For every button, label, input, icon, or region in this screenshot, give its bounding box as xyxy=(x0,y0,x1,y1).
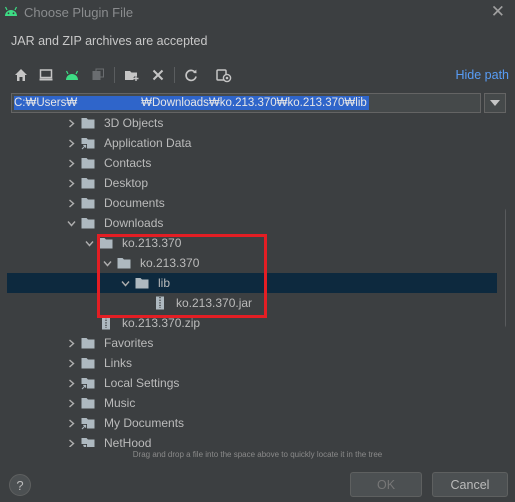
folder-icon xyxy=(81,176,95,190)
tree-row-label: Local Settings xyxy=(104,376,180,390)
folder-icon xyxy=(81,356,95,370)
chevron-right-icon[interactable] xyxy=(65,173,77,193)
tree-row[interactable]: ko.213.370.jar xyxy=(7,293,497,313)
tree-scrollbar[interactable] xyxy=(505,208,506,328)
tree-row[interactable]: My Documents xyxy=(7,413,497,433)
chevron-right-icon[interactable] xyxy=(65,393,77,413)
chevron-right-icon[interactable] xyxy=(65,115,77,133)
android-icon[interactable] xyxy=(63,66,81,84)
folder-icon xyxy=(81,216,95,230)
archive-file-icon xyxy=(99,316,113,330)
cancel-button[interactable]: Cancel xyxy=(432,472,508,497)
chevron-right-icon[interactable] xyxy=(65,353,77,373)
delete-icon[interactable] xyxy=(149,66,167,84)
tree-row-label: Application Data xyxy=(104,136,192,150)
tree-row[interactable]: Desktop xyxy=(7,173,497,193)
window-title: Choose Plugin File xyxy=(24,5,134,20)
tree-row-label: Favorites xyxy=(104,336,154,350)
tree-row[interactable]: 3D Objects xyxy=(7,115,497,133)
archive-file-icon xyxy=(153,296,167,310)
tree-row-label: ko.213.370 xyxy=(122,236,182,250)
tree-row-label: NetHood xyxy=(104,436,152,447)
tree-row-label: lib xyxy=(158,276,171,290)
tree-row[interactable]: ko.213.370 xyxy=(7,233,497,253)
chevron-right-icon[interactable] xyxy=(65,153,77,173)
tree-row-label: 3D Objects xyxy=(104,116,164,130)
chevron-right-icon[interactable] xyxy=(65,373,77,393)
tree-row-label: Documents xyxy=(104,196,165,210)
folder-shortcut-icon xyxy=(81,376,95,390)
tree-row[interactable]: Contacts xyxy=(7,153,497,173)
tree-row[interactable]: ko.213.370.zip xyxy=(7,313,497,333)
module-icon xyxy=(89,66,107,84)
chevron-right-icon[interactable] xyxy=(65,333,77,353)
tree-row-label: Music xyxy=(104,396,136,410)
tree-row[interactable]: Favorites xyxy=(7,333,497,353)
chevron-down-icon[interactable] xyxy=(101,253,113,273)
tree-row[interactable]: ko.213.370 xyxy=(7,253,497,273)
folder-shortcut-icon xyxy=(81,416,95,430)
hide-path-link[interactable]: Hide path xyxy=(455,68,509,82)
tree-row[interactable]: Documents xyxy=(7,193,497,213)
dialog-description: JAR and ZIP archives are accepted xyxy=(11,34,208,48)
chevron-down-icon[interactable] xyxy=(65,213,77,233)
tree-row-label: My Documents xyxy=(104,416,185,430)
tree-row-label: ko.213.370.jar xyxy=(176,296,253,310)
chevron-right-icon[interactable] xyxy=(65,193,77,213)
folder-icon xyxy=(81,156,95,170)
chevron-right-icon[interactable] xyxy=(65,433,77,447)
folder-icon xyxy=(99,236,113,250)
path-history-dropdown[interactable] xyxy=(484,93,506,113)
chevron-down-icon[interactable] xyxy=(83,233,95,253)
tree-row[interactable]: Links xyxy=(7,353,497,373)
tree-row[interactable]: Local Settings xyxy=(7,373,497,393)
tree-row-label: Links xyxy=(104,356,133,370)
toolbar: Hide path xyxy=(0,62,515,88)
close-icon[interactable]: ✕ xyxy=(491,2,505,22)
new-folder-icon[interactable] xyxy=(123,66,141,84)
ok-button[interactable]: OK xyxy=(350,472,422,497)
tree-row[interactable]: Music xyxy=(7,393,497,413)
tree-row-label: ko.213.370.zip xyxy=(122,316,201,330)
chevron-down-icon xyxy=(490,100,500,106)
toolbar-separator xyxy=(174,67,175,83)
android-logo-icon xyxy=(3,4,19,21)
tree-row[interactable]: lib xyxy=(7,273,497,293)
help-button[interactable]: ? xyxy=(9,474,31,496)
title-bar: Choose Plugin File ✕ xyxy=(0,0,515,26)
chevron-down-icon[interactable] xyxy=(119,273,131,293)
toolbar-separator xyxy=(114,67,115,83)
tree-row-label: Downloads xyxy=(104,216,164,230)
tree-row-label: Contacts xyxy=(104,156,152,170)
folder-icon xyxy=(81,116,95,130)
chevron-right-icon[interactable] xyxy=(65,133,77,153)
chevron-right-icon[interactable] xyxy=(65,413,77,433)
folder-shortcut-icon xyxy=(81,436,95,447)
home-icon[interactable] xyxy=(12,66,30,84)
folder-icon xyxy=(117,256,131,270)
drag-drop-hint: Drag and drop a file into the space abov… xyxy=(132,450,383,459)
desktop-icon[interactable] xyxy=(37,66,55,84)
path-input[interactable]: C:₩Users₩ ₩Downloads₩ko.213.370₩ko.213.3… xyxy=(11,93,481,113)
file-tree[interactable]: 3D Objects Application Data Contacts Deskto… xyxy=(7,115,506,447)
tree-row[interactable]: NetHood xyxy=(7,433,497,447)
folder-icon xyxy=(81,396,95,410)
folder-shortcut-icon xyxy=(81,136,95,150)
folder-icon xyxy=(81,336,95,350)
folder-icon xyxy=(135,276,149,290)
tree-row-label: Desktop xyxy=(104,176,149,190)
tree-row[interactable]: Downloads xyxy=(7,213,497,233)
folder-icon xyxy=(81,196,95,210)
tree-row-label: ko.213.370 xyxy=(140,256,200,270)
show-hidden-icon[interactable] xyxy=(215,66,233,84)
tree-row[interactable]: Application Data xyxy=(7,133,497,153)
path-value: C:₩Users₩ ₩Downloads₩ko.213.370₩ko.213.3… xyxy=(14,96,369,110)
refresh-icon[interactable] xyxy=(182,66,200,84)
